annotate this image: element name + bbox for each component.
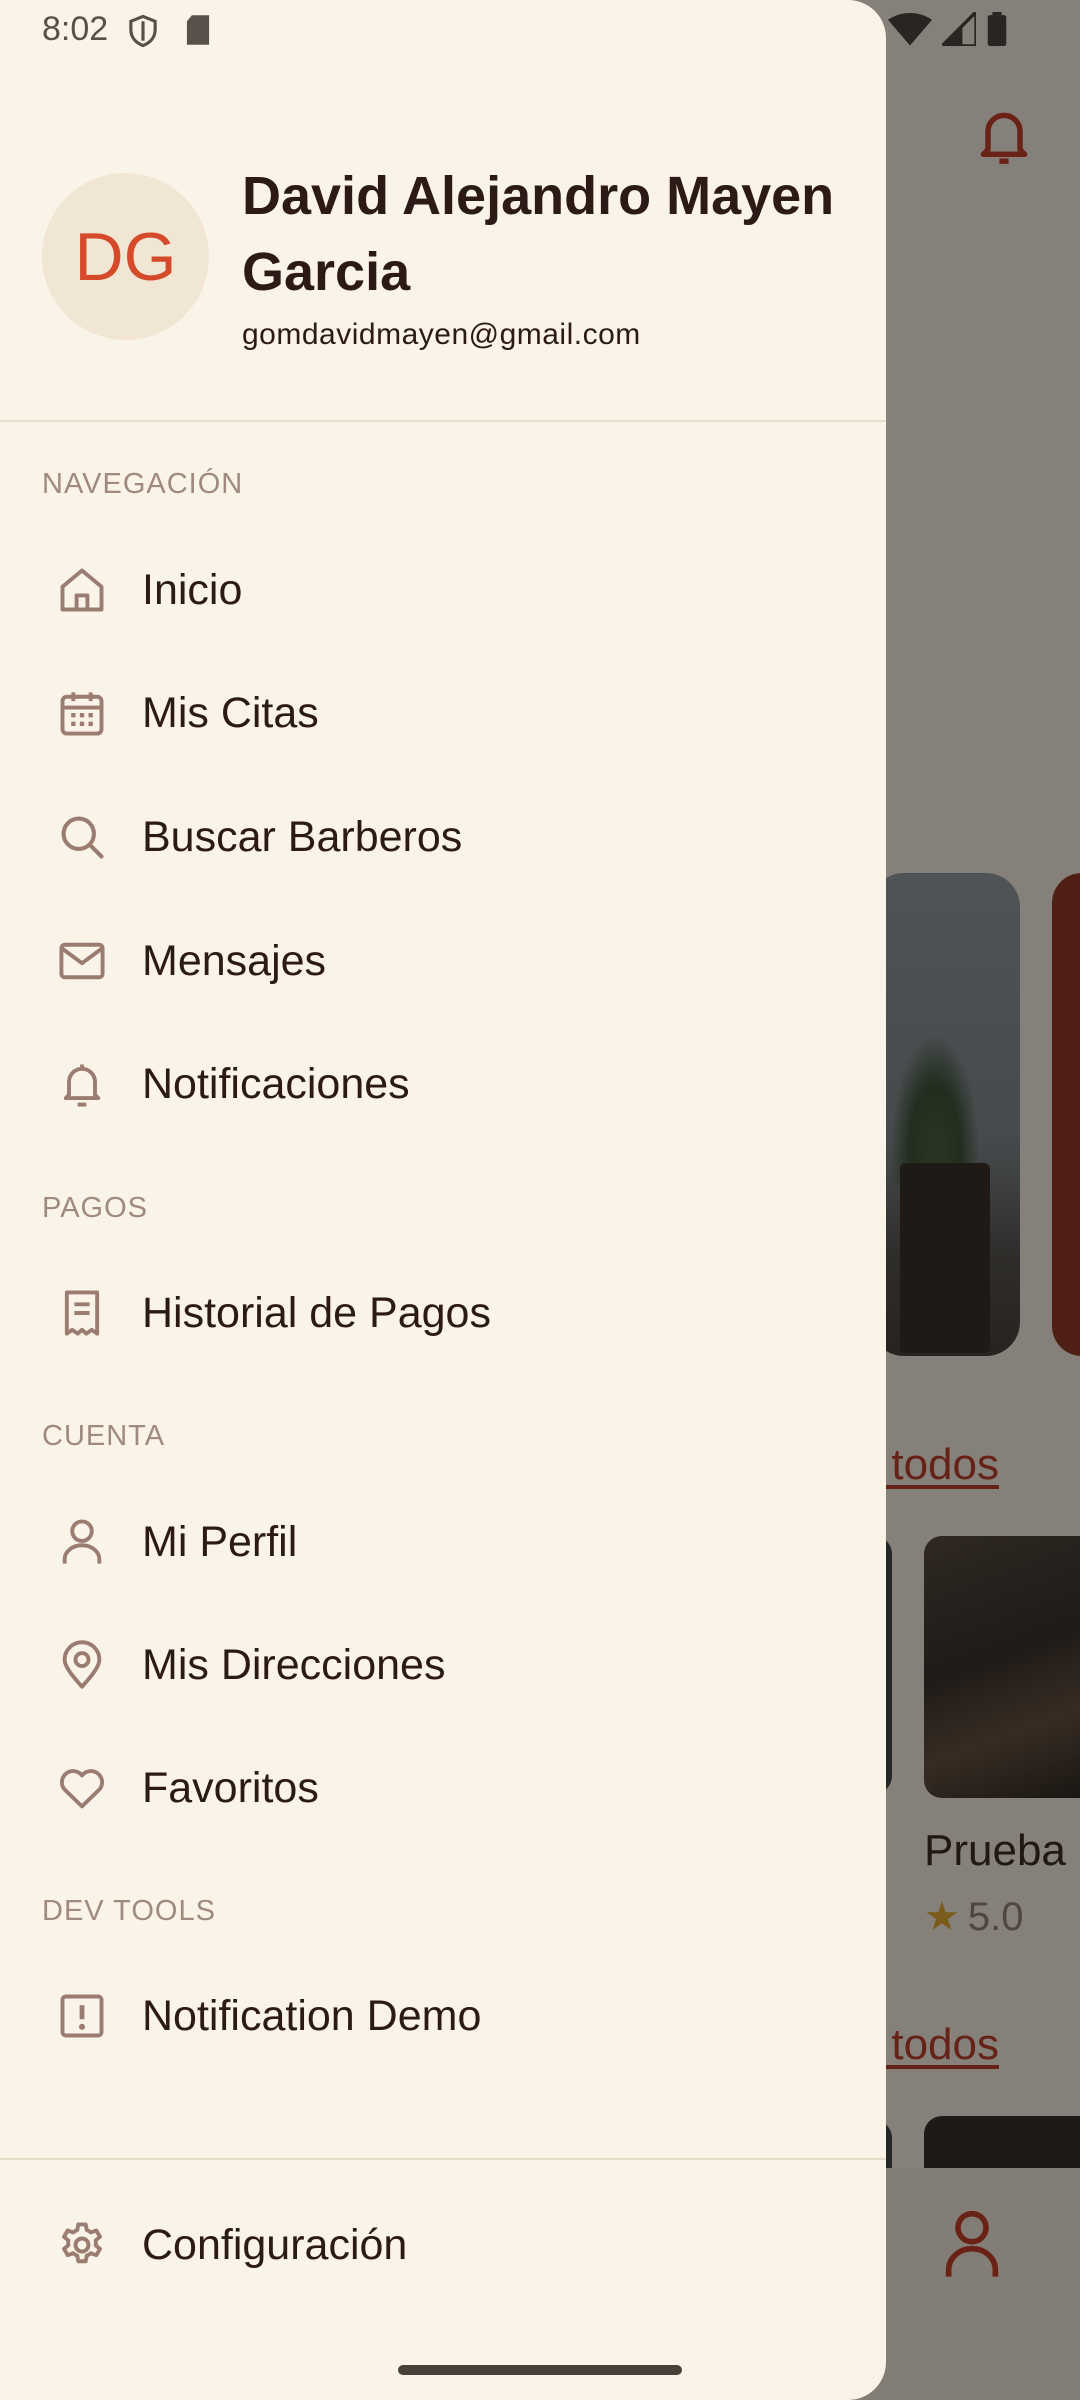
wifi-icon: [888, 12, 932, 46]
avatar[interactable]: DG: [42, 173, 209, 340]
person-icon: [54, 1514, 110, 1570]
section-label-navegacion: NAVEGACIÓN: [42, 468, 244, 500]
shield-icon: [129, 14, 157, 48]
receipt-icon: [54, 1285, 110, 1341]
menu-item-label: Inicio: [142, 565, 243, 614]
mail-icon: [54, 933, 110, 989]
menu-item-label: Mi Perfil: [142, 1517, 298, 1566]
user-email: gomdavidmayen@gmail.com: [242, 318, 641, 351]
menu-item-label: Mis Direcciones: [142, 1640, 446, 1689]
menu-item-mis-direcciones[interactable]: Mis Direcciones: [0, 1610, 886, 1720]
section-label-dev-tools: DEV TOOLS: [42, 1895, 216, 1927]
menu-item-inicio[interactable]: Inicio: [0, 535, 886, 645]
menu-item-notification-demo[interactable]: Notification Demo: [0, 1961, 886, 2071]
location-pin-icon: [54, 1637, 110, 1693]
bell-icon: [54, 1056, 110, 1112]
menu-item-favoritos[interactable]: Favoritos: [0, 1733, 886, 1843]
heart-icon: [54, 1760, 110, 1816]
menu-item-mi-perfil[interactable]: Mi Perfil: [0, 1487, 886, 1597]
gear-icon: [54, 2217, 110, 2273]
search-icon: [54, 809, 110, 865]
user-name: David Alejandro Mayen Garcia: [242, 166, 835, 302]
menu-item-mis-citas[interactable]: Mis Citas: [0, 658, 886, 768]
menu-item-mensajes[interactable]: Mensajes: [0, 906, 886, 1016]
menu-item-label: Mensajes: [142, 936, 327, 985]
home-indicator[interactable]: [398, 2365, 682, 2375]
alert-square-icon: [54, 1988, 110, 2044]
section-label-cuenta: CUENTA: [42, 1420, 166, 1452]
menu-item-label: Buscar Barberos: [142, 812, 463, 861]
status-icons: [888, 12, 1008, 46]
navigation-drawer: DG David Alejandro Mayen Garcia gomdavid…: [0, 0, 886, 2400]
status-time: 8:02: [42, 10, 109, 48]
calendar-icon: [54, 685, 110, 741]
divider: [0, 2158, 886, 2160]
battery-icon: [987, 12, 1007, 46]
sd-card-icon: [186, 15, 210, 45]
menu-item-buscar-barberos[interactable]: Buscar Barberos: [0, 782, 886, 892]
menu-item-notificaciones[interactable]: Notificaciones: [0, 1029, 886, 1139]
signal-icon: [942, 12, 976, 46]
status-icons: [128, 14, 212, 48]
menu-item-label: Mis Citas: [142, 688, 319, 737]
home-icon: [54, 562, 110, 618]
section-label-pagos: PAGOS: [42, 1192, 148, 1224]
menu-item-label: Configuración: [142, 2220, 408, 2269]
menu-item-label: Notification Demo: [142, 1991, 482, 2040]
divider: [0, 420, 886, 422]
menu-item-configuracion[interactable]: Configuración: [0, 2190, 886, 2300]
menu-item-label: Historial de Pagos: [142, 1288, 491, 1337]
menu-item-label: Favoritos: [142, 1763, 319, 1812]
menu-item-historial-pagos[interactable]: Historial de Pagos: [0, 1258, 886, 1368]
menu-item-label: Notificaciones: [142, 1059, 410, 1108]
